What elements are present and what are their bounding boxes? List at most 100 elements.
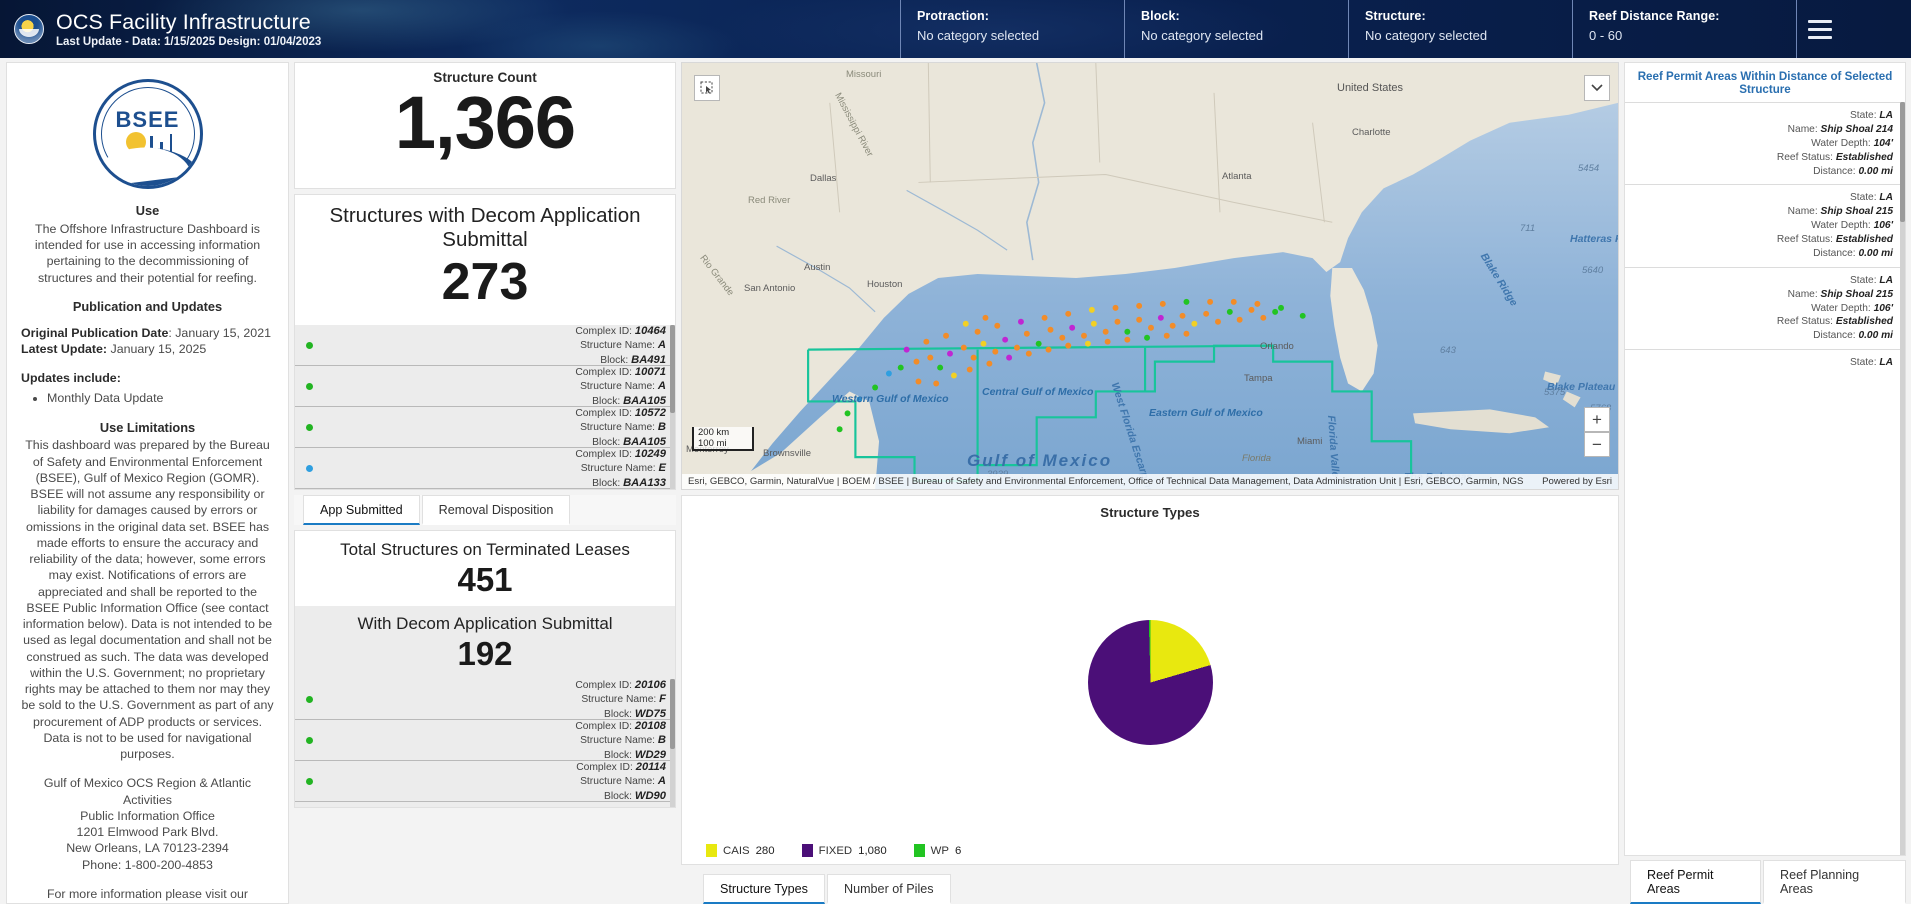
terminated-structure-list[interactable]: Complex ID: 20106 Structure Name: F Bloc…: [295, 678, 675, 808]
table-row[interactable]: Complex ID: 20108 Structure Name: B Bloc…: [295, 720, 675, 762]
legend-label: WP: [930, 844, 950, 857]
status-dot: [306, 777, 313, 785]
legend-swatch: [801, 844, 813, 857]
table-row[interactable]: Complex ID: 20114 Structure Name: A Bloc…: [295, 760, 675, 803]
tab-app-submitted[interactable]: App Submitted: [303, 495, 420, 526]
decom-structure-list[interactable]: Complex ID: 10464 Structure Name: A Bloc…: [295, 325, 675, 490]
tab-number-of-piles[interactable]: Number of Piles: [826, 874, 951, 904]
list-item[interactable]: State: LA Name: Ship Shoal 215 Water Dep…: [1625, 266, 1905, 349]
reef-name-value: Ship Shoal 215: [1820, 288, 1893, 300]
legend-item-cais[interactable]: CAIS 280: [706, 844, 775, 857]
gulf-map[interactable]: Western Gulf of Mexico Central Gulf of M…: [681, 62, 1619, 490]
tab-structure-types[interactable]: Structure Types: [703, 874, 825, 904]
scrollbar[interactable]: [670, 679, 675, 808]
reef-name-label: Name:: [1787, 123, 1818, 135]
tab-removal-disposition[interactable]: Removal Disposition: [421, 495, 571, 526]
reef-state-value: LA: [1879, 274, 1893, 286]
marquee-select-icon[interactable]: [694, 75, 720, 101]
structure-name-value: A: [657, 339, 666, 352]
plus-icon[interactable]: +: [1584, 407, 1610, 432]
filter-block-label: Block:: [1141, 9, 1180, 23]
reef-distance-label: Distance:: [1813, 247, 1856, 259]
map-zoom-controls[interactable]: + −: [1584, 407, 1610, 457]
reef-depth-value: 106': [1873, 220, 1893, 232]
pie-chart[interactable]: [682, 520, 1618, 844]
reef-status-value: Established: [1835, 151, 1893, 163]
updates-list: Monthly Data Update: [47, 390, 274, 406]
scrollbar-thumb[interactable]: [670, 325, 675, 414]
table-row[interactable]: Complex ID: 20106 Structure Name: F Bloc…: [295, 678, 675, 721]
legend-label: CAIS: [723, 844, 750, 857]
tab-reef-planning-areas[interactable]: Reef Planning Areas: [1763, 860, 1906, 904]
map-place-brownsville: Brownsville: [763, 448, 812, 459]
structure-name-value: B: [657, 734, 666, 747]
reef-tabs: Reef Permit Areas Reef Planning Areas: [1624, 856, 1906, 904]
original-pub-label: Original Publication Date: [21, 325, 169, 340]
chart-legend: CAIS 280 FIXED 1,080 WP 6: [682, 844, 1618, 864]
map-attribution: Esri, GEBCO, Garmin, NaturalVue | BOEM /…: [682, 474, 1618, 489]
reef-distance-value: 0.00 mi: [1858, 330, 1893, 342]
latest-update-value: January 15, 2025: [107, 341, 207, 356]
map-scalebar: 200 km 100 mi: [692, 427, 754, 451]
reef-state-value: LA: [1879, 357, 1893, 369]
pie-slices[interactable]: [1087, 619, 1213, 745]
latest-update: Latest Update: January 15, 2025: [21, 341, 274, 357]
table-row[interactable]: Complex ID: 10572 Structure Name: B Bloc…: [295, 407, 675, 449]
minus-icon[interactable]: −: [1584, 432, 1610, 457]
use-text: The Offshore Infrastructure Dashboard is…: [34, 221, 261, 285]
table-row[interactable]: Complex ID: 10071 Structure Name: A Bloc…: [295, 365, 675, 408]
table-row[interactable]: Complex ID: 10464 Structure Name: A Bloc…: [295, 325, 675, 367]
legend-item-wp[interactable]: WP 6: [913, 844, 962, 857]
structure-count-card: Structure Count 1,366: [294, 62, 676, 189]
reef-state-value: LA: [1879, 110, 1893, 121]
bsee-logo: BSEE: [92, 79, 203, 189]
original-pub-value: : January 15, 2021: [168, 325, 271, 340]
structure-name-label: Structure Name:: [580, 381, 656, 393]
tab-reef-permit-areas[interactable]: Reef Permit Areas: [1630, 860, 1762, 904]
updates-heading: Updates include:: [21, 371, 121, 385]
scrollbar-thumb[interactable]: [1900, 102, 1905, 222]
scrollbar[interactable]: [670, 325, 675, 490]
info-panel: BSEE Use The Offshore Infrastructure Das…: [6, 62, 289, 904]
address-line: Gulf of Mexico OCS Region & Atlantic Act…: [43, 776, 252, 807]
legend-swatch: [706, 844, 717, 857]
webpage-intro: For more information please visit our we…: [46, 886, 249, 901]
scrollbar-thumb[interactable]: [670, 679, 675, 750]
filter-reef-distance[interactable]: Reef Distance Range: 0 - 60: [1572, 0, 1796, 58]
list-item[interactable]: State: LA Name: Ship Shoal 215 Water Dep…: [1625, 184, 1905, 266]
structure-name-label: Structure Name:: [581, 694, 657, 706]
list-item[interactable]: State: LA Name: Ship Shoal 214 Water Dep…: [1625, 102, 1905, 184]
scrollbar[interactable]: [1900, 102, 1905, 855]
structure-name-value: B: [657, 421, 666, 434]
table-row[interactable]: Complex ID: 10249 Structure Name: E Bloc…: [295, 448, 675, 490]
filter-block[interactable]: Block: No category selected: [1124, 0, 1348, 58]
reef-distance-label: Distance:: [1813, 330, 1856, 342]
decom-submittal-title: Structures with Decom Application Submit…: [329, 204, 641, 251]
legend-item-fixed[interactable]: FIXED 1,080: [801, 844, 887, 857]
legend-value: 6: [955, 844, 962, 857]
list-item[interactable]: State: LA: [1625, 349, 1905, 376]
complex-id-label: Complex ID:: [575, 366, 632, 378]
complex-id-value: 20114: [635, 760, 666, 773]
use-limitations-text: This dashboard was prepared by the Burea…: [21, 438, 274, 761]
reef-list[interactable]: State: LA Name: Ship Shoal 214 Water Dep…: [1625, 102, 1905, 855]
filter-protraction[interactable]: Protraction: No category selected: [900, 0, 1124, 58]
map-place-atlanta: Atlanta: [1222, 171, 1252, 182]
filter-structure-value: No category selected: [1365, 28, 1488, 43]
complex-id-value: 10071: [634, 365, 666, 378]
hamburger-menu-icon[interactable]: [1796, 0, 1842, 58]
map-canvas[interactable]: Western Gulf of Mexico Central Gulf of M…: [682, 63, 1618, 489]
map-attribution-text: Esri, GEBCO, Garmin, NaturalVue | BOEM /…: [688, 476, 1524, 487]
filter-structure[interactable]: Structure: No category selected: [1348, 0, 1572, 58]
kpi-column: Structure Count 1,366 Structures with De…: [294, 62, 676, 904]
filter-block-value: No category selected: [1141, 28, 1264, 43]
complex-id-value: 20106: [634, 678, 666, 691]
page-title: OCS Facility Infrastructure: [56, 9, 311, 34]
reef-status-label: Reef Status:: [1776, 151, 1833, 163]
webpage-block: For more information please visit our we…: [21, 886, 274, 903]
chevron-down-icon[interactable]: [1584, 75, 1610, 101]
status-dot: [306, 736, 313, 744]
complex-id-label: Complex ID:: [575, 720, 632, 732]
map-place-tampa: Tampa: [1244, 373, 1273, 384]
structure-points[interactable]: [682, 63, 1618, 489]
